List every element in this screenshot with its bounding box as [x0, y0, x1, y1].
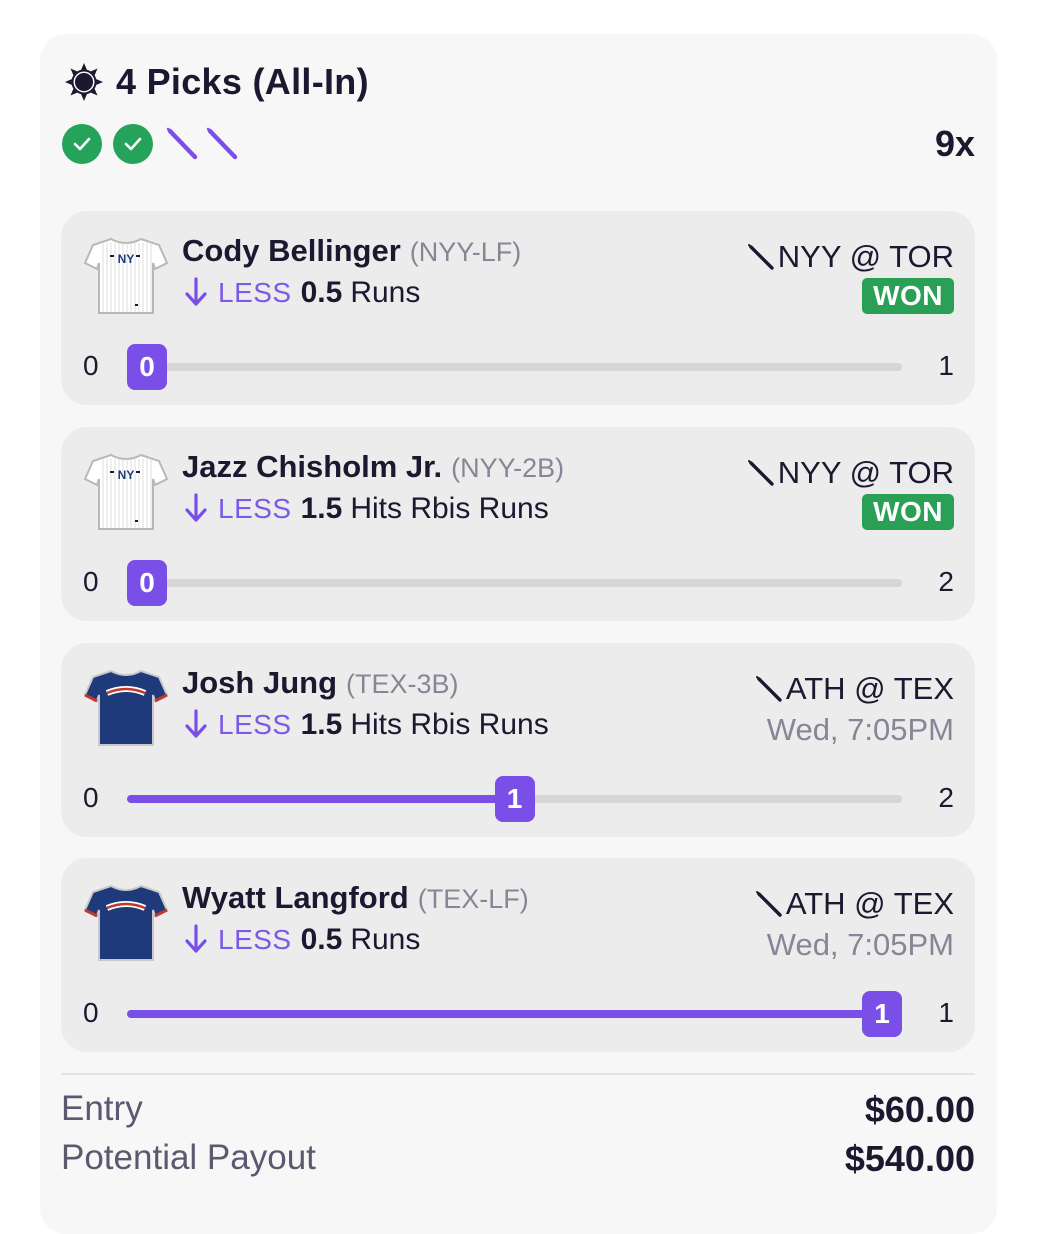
pick-status-row	[62, 124, 975, 164]
entry-title: 4 Picks (All-In)	[116, 61, 369, 102]
bat-icon	[166, 127, 198, 160]
progress-slider: 0 1 1	[83, 990, 954, 1037]
arrow-down-icon	[185, 709, 207, 738]
bat-icon	[206, 127, 238, 160]
won-badge: WON	[862, 494, 954, 530]
progress-max: 2	[938, 782, 954, 813]
team-position: (TEX-3B)	[346, 669, 459, 699]
line-value: 0.5	[300, 923, 343, 956]
player-name: Wyatt Langford	[182, 880, 409, 915]
progress-fill	[127, 795, 515, 803]
entry-label: Entry	[61, 1089, 143, 1128]
progress-min: 0	[83, 350, 99, 381]
progress-current: 1	[862, 991, 902, 1037]
player-name: Cody Bellinger	[182, 233, 401, 268]
payout-multiplier: 9x	[934, 123, 975, 164]
progress-track: 0	[127, 344, 902, 390]
matchup-text: ATH @ TEX	[785, 671, 954, 706]
progress-track: 1	[127, 991, 902, 1037]
team-position: (NYY-2B)	[451, 453, 565, 483]
progress-current: 1	[494, 776, 535, 822]
progress-current: 0	[127, 344, 167, 390]
team-position: (NYY-LF)	[409, 237, 522, 267]
jersey-icon: NY	[83, 453, 169, 530]
direction-label: LESS	[218, 277, 292, 308]
bat-icon	[747, 460, 774, 486]
jersey-icon	[83, 669, 169, 746]
bat-icon	[755, 676, 782, 702]
stat-type: Hits Rbis Runs	[350, 492, 549, 525]
jersey-icon	[83, 884, 169, 961]
svg-text:NY: NY	[118, 468, 135, 482]
pick-card[interactable]: Josh Jung (TEX-3B) LESS 1.5 Hits Rbis Ru…	[61, 643, 975, 837]
svg-text:NY: NY	[118, 252, 135, 266]
progress-min: 0	[83, 566, 99, 597]
progress-fill	[127, 1010, 902, 1018]
arrow-down-icon	[185, 493, 207, 522]
divider	[61, 1073, 975, 1075]
line-value: 1.5	[300, 492, 343, 525]
progress-max: 2	[938, 566, 954, 597]
line-value: 0.5	[300, 276, 343, 309]
progress-min: 0	[83, 782, 99, 813]
arrow-down-icon	[185, 924, 207, 953]
matchup: ATH @ TEX	[754, 884, 954, 924]
team-position: (TEX-LF)	[417, 884, 529, 914]
entry-header: 4 Picks (All-In) 9x	[62, 60, 975, 170]
matchup: NYY @ TOR	[746, 237, 954, 277]
game-time: Wed, 7:05PM	[766, 712, 954, 747]
payout-label: Potential Payout	[61, 1138, 316, 1177]
stat-type: Runs	[350, 276, 421, 309]
entry-amount: $60.00	[864, 1089, 975, 1130]
pick-card[interactable]: Wyatt Langford (TEX-LF) LESS 0.5 Runs AT…	[61, 858, 975, 1052]
matchup-text: NYY @ TOR	[777, 455, 954, 490]
stat-type: Hits Rbis Runs	[350, 708, 549, 741]
direction-label: LESS	[218, 924, 292, 955]
progress-slider: 0 1 2	[83, 775, 954, 822]
player-name: Josh Jung	[182, 665, 338, 700]
jersey-icon: NY	[83, 237, 169, 314]
entry-row: Entry $60.00	[61, 1089, 975, 1133]
pick-card[interactable]: NY Jazz Chisholm Jr. (NYY-2B) LESS 1.5 H…	[61, 427, 975, 621]
stat-type: Runs	[350, 923, 421, 956]
check-icon	[62, 124, 102, 164]
sun-icon	[65, 63, 103, 101]
matchup-text: ATH @ TEX	[785, 886, 954, 921]
payout-amount: $540.00	[844, 1138, 975, 1179]
check-icon	[113, 124, 153, 164]
progress-max: 1	[938, 350, 954, 381]
pick-card[interactable]: NY Cody Bellinger (NYY-LF) LESS 0.5 Runs	[61, 211, 975, 405]
direction-label: LESS	[218, 493, 292, 524]
progress-track: 0	[127, 560, 902, 606]
line-value: 1.5	[300, 708, 343, 741]
player-name: Jazz Chisholm Jr.	[182, 449, 443, 484]
game-time: Wed, 7:05PM	[766, 927, 954, 962]
bat-icon	[747, 244, 774, 270]
entry-card: 4 Picks (All-In) 9x NY Cody Bellinger (N…	[40, 34, 997, 1234]
matchup: ATH @ TEX	[754, 669, 954, 709]
matchup-text: NYY @ TOR	[777, 239, 954, 274]
progress-current: 0	[127, 560, 167, 606]
arrow-down-icon	[185, 277, 207, 306]
payout-row: Potential Payout $540.00	[61, 1138, 975, 1182]
progress-track: 1	[127, 776, 902, 822]
progress-min: 0	[83, 997, 99, 1028]
bat-icon	[755, 891, 782, 917]
progress-slider: 0 0 1	[83, 343, 954, 390]
progress-slider: 0 0 2	[83, 559, 954, 606]
won-badge: WON	[862, 278, 954, 314]
progress-max: 1	[938, 997, 954, 1028]
direction-label: LESS	[218, 709, 292, 740]
matchup: NYY @ TOR	[746, 453, 954, 493]
